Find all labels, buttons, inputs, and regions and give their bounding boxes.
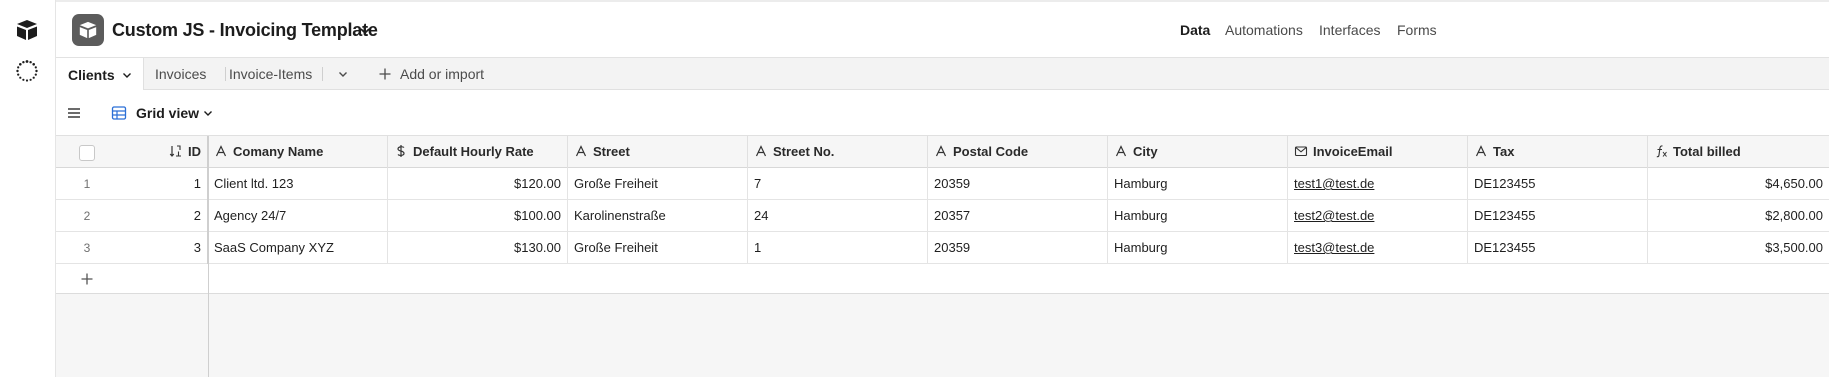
header-row: ID Comany Name Default Hourly Rate Stree… — [56, 136, 1829, 168]
column-header-company-name[interactable]: Comany Name — [208, 136, 388, 168]
row-number: 2 — [83, 209, 91, 223]
cell-tax[interactable]: DE123455 — [1468, 168, 1648, 200]
text-field-icon — [934, 138, 948, 157]
table-row[interactable]: 3 3 SaaS Company XYZ $130.00 Große Freih… — [56, 232, 1829, 264]
column-header-street-no[interactable]: Street No. — [748, 136, 928, 168]
cell-city[interactable]: Hamburg — [1108, 232, 1288, 264]
row-number: 1 — [83, 177, 91, 191]
column-header-street[interactable]: Street — [568, 136, 748, 168]
cell-street[interactable]: Große Freiheit — [568, 168, 748, 200]
cell-default-hourly-rate[interactable]: $100.00 — [388, 200, 568, 232]
nav-interfaces[interactable]: Interfaces — [1319, 22, 1380, 38]
currency-icon — [394, 138, 408, 157]
loading-spinner-icon — [15, 59, 39, 83]
column-header-postal-code[interactable]: Postal Code — [928, 136, 1108, 168]
cell-total-billed[interactable]: $4,650.00 — [1648, 168, 1829, 200]
tab-invoice-items[interactable]: Invoice-Items — [229, 58, 312, 90]
home-logo-icon[interactable] — [15, 19, 39, 41]
cell-tax[interactable]: DE123455 — [1468, 200, 1648, 232]
view-bar: Grid view — [56, 90, 1829, 136]
formula-icon — [1654, 138, 1668, 158]
text-field-icon — [214, 138, 228, 157]
column-header-default-hourly-rate[interactable]: Default Hourly Rate — [388, 136, 568, 168]
chevron-down-icon[interactable] — [358, 24, 372, 38]
cell-street-no[interactable]: 1 — [748, 232, 928, 264]
menu-icon[interactable] — [66, 105, 82, 121]
cell-postal-code[interactable]: 20359 — [928, 168, 1108, 200]
email-icon — [1294, 138, 1308, 157]
column-header-city[interactable]: City — [1108, 136, 1288, 168]
cell-postal-code[interactable]: 20357 — [928, 200, 1108, 232]
view-name[interactable]: Grid view — [136, 105, 199, 121]
cell-street[interactable]: Große Freiheit — [568, 232, 748, 264]
top-bar: Custom JS - Invoicing Template Data Auto… — [56, 0, 1829, 60]
sort-numeric-icon — [169, 138, 183, 157]
email-link[interactable]: test3@test.de — [1294, 240, 1374, 255]
text-field-icon — [574, 138, 588, 157]
cell-city[interactable]: Hamburg — [1108, 200, 1288, 232]
cell-city[interactable]: Hamburg — [1108, 168, 1288, 200]
cell-invoice-email[interactable]: test1@test.de — [1288, 168, 1468, 200]
text-field-icon — [1114, 138, 1128, 157]
all-tables-chevron-icon[interactable] — [337, 58, 349, 90]
cell-total-billed[interactable]: $2,800.00 — [1648, 200, 1829, 232]
text-field-icon — [1474, 138, 1488, 157]
cell-default-hourly-rate[interactable]: $120.00 — [388, 168, 568, 200]
cell-id[interactable]: 1 — [118, 168, 208, 200]
cell-street-no[interactable]: 24 — [748, 200, 928, 232]
table-row[interactable]: 2 2 Agency 24/7 $100.00 Karolinenstraße … — [56, 200, 1829, 232]
text-field-icon — [754, 138, 768, 157]
chevron-down-icon — [121, 69, 133, 81]
cell-default-hourly-rate[interactable]: $130.00 — [388, 232, 568, 264]
column-header-id[interactable]: ID — [118, 136, 208, 168]
cell-street-no[interactable]: 7 — [748, 168, 928, 200]
tab-invoices[interactable]: Invoices — [155, 58, 206, 90]
column-header-tax[interactable]: Tax — [1468, 136, 1648, 168]
add-or-import-button[interactable]: Add or import — [378, 58, 484, 90]
cell-id[interactable]: 3 — [118, 232, 208, 264]
tab-clients[interactable]: Clients — [56, 58, 144, 91]
row-number: 3 — [83, 241, 91, 255]
plus-icon[interactable] — [80, 272, 94, 286]
cell-invoice-email[interactable]: test3@test.de — [1288, 232, 1468, 264]
table-row[interactable]: 1 1 Client ltd. 123 $120.00 Große Freihe… — [56, 168, 1829, 200]
column-header-total-billed[interactable]: Total billed — [1648, 136, 1829, 168]
tab-divider — [225, 67, 226, 81]
add-record-row[interactable] — [56, 264, 1829, 294]
cell-total-billed[interactable]: $3,500.00 — [1648, 232, 1829, 264]
tab-label: Clients — [68, 66, 115, 83]
column-header-invoice-email[interactable]: InvoiceEmail — [1288, 136, 1468, 168]
cell-street[interactable]: Karolinenstraße — [568, 200, 748, 232]
left-rail — [0, 0, 56, 377]
grid-view-icon[interactable] — [111, 105, 127, 121]
email-link[interactable]: test2@test.de — [1294, 208, 1374, 223]
nav-forms[interactable]: Forms — [1397, 22, 1437, 38]
cell-company-name[interactable]: SaaS Company XYZ — [208, 232, 388, 264]
cell-tax[interactable]: DE123455 — [1468, 232, 1648, 264]
records-grid: ID Comany Name Default Hourly Rate Stree… — [56, 136, 1829, 377]
tab-divider — [322, 67, 323, 81]
base-icon[interactable] — [72, 14, 104, 46]
frozen-column-divider — [208, 136, 209, 377]
email-link[interactable]: test1@test.de — [1294, 176, 1374, 191]
cell-invoice-email[interactable]: test2@test.de — [1288, 200, 1468, 232]
table-tabs-bar: Clients Invoices Invoice-Items Add or im… — [56, 58, 1829, 91]
cell-id[interactable]: 2 — [118, 200, 208, 232]
nav-data[interactable]: Data — [1180, 22, 1210, 38]
chevron-down-icon[interactable] — [202, 107, 214, 119]
nav-automations[interactable]: Automations — [1225, 22, 1303, 38]
plus-icon — [378, 67, 392, 81]
base-title[interactable]: Custom JS - Invoicing Template — [112, 20, 378, 41]
cell-postal-code[interactable]: 20359 — [928, 232, 1108, 264]
select-all-checkbox[interactable] — [56, 136, 118, 168]
cell-company-name[interactable]: Agency 24/7 — [208, 200, 388, 232]
add-or-import-label: Add or import — [400, 66, 485, 82]
cell-company-name[interactable]: Client ltd. 123 — [208, 168, 388, 200]
